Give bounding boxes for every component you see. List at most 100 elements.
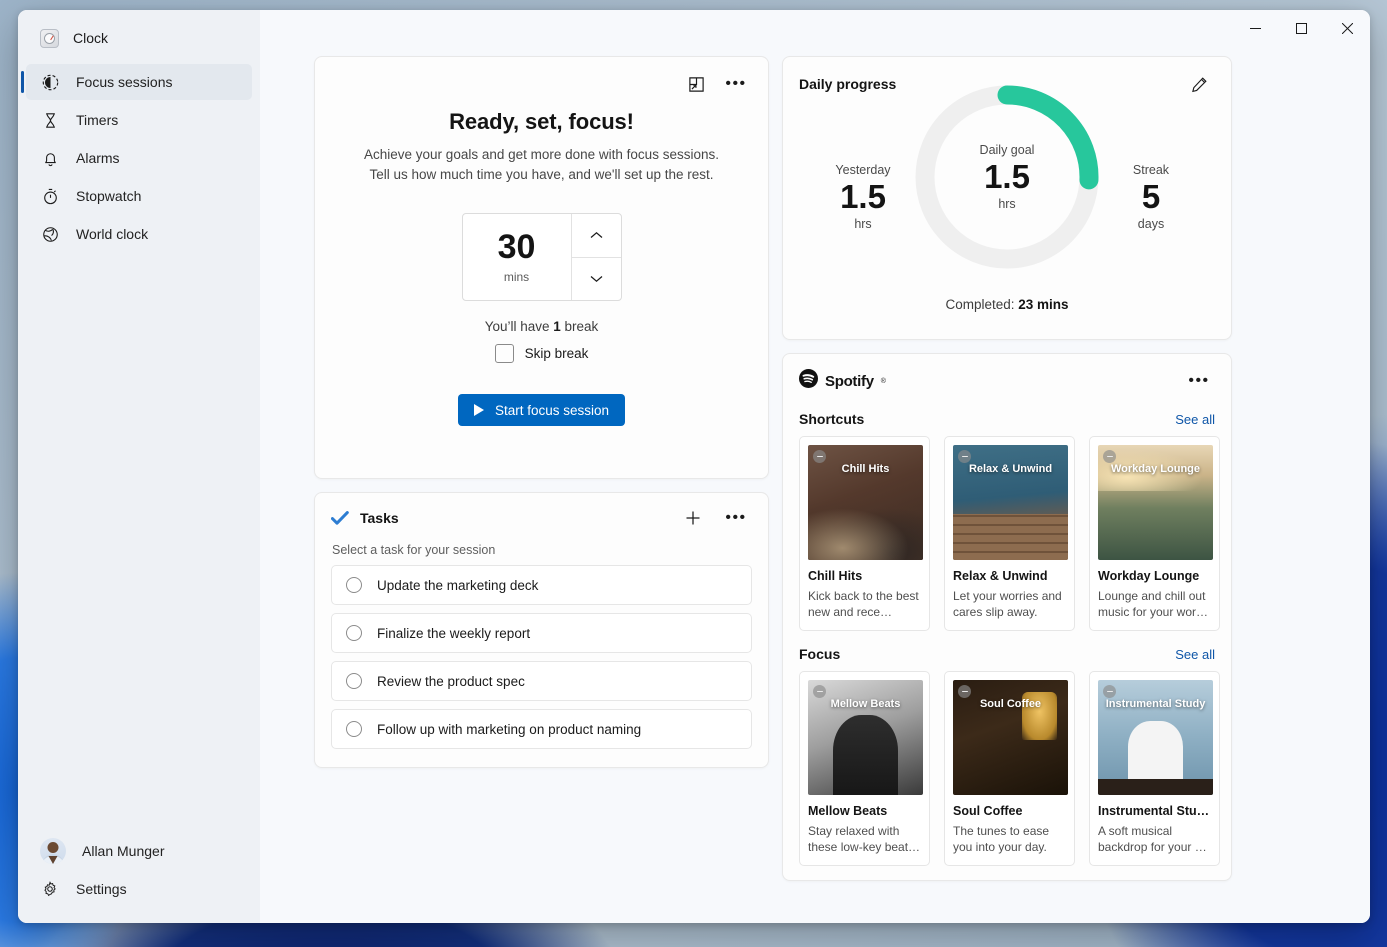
see-all-shortcuts-link[interactable]: See all xyxy=(1175,412,1215,427)
content-area: ••• Ready, set, focus! Achieve your goal… xyxy=(260,10,1370,923)
daily-progress-ring: Daily goal 1.5 hrs xyxy=(909,79,1105,275)
playlist-card[interactable]: Workday Lounge Workday Lounge Lounge and… xyxy=(1089,436,1220,631)
focus-card-actions: ••• xyxy=(331,69,752,99)
stopwatch-icon xyxy=(40,186,60,206)
more-options-icon[interactable]: ••• xyxy=(720,503,752,533)
stat-value: 5 xyxy=(1103,178,1199,216)
timers-icon xyxy=(40,110,60,130)
close-button[interactable] xyxy=(1324,10,1370,47)
focus-session-card: ••• Ready, set, focus! Achieve your goal… xyxy=(314,56,769,479)
sidebar-item-account[interactable]: Allan Munger xyxy=(26,833,252,869)
cover-title: Instrumental Study xyxy=(1100,698,1212,711)
task-checkbox[interactable] xyxy=(346,673,362,689)
maximize-button[interactable] xyxy=(1278,10,1324,47)
sidebar-item-timers[interactable]: Timers xyxy=(26,102,252,138)
sidebar-item-world-clock[interactable]: World clock xyxy=(26,216,252,252)
pin-badge-icon[interactable] xyxy=(1103,685,1116,698)
duration-unit: mins xyxy=(504,270,529,284)
edit-pencil-icon[interactable] xyxy=(1183,69,1215,99)
playlist-description: Kick back to the best new and rece… xyxy=(808,588,921,620)
more-dots: ••• xyxy=(725,76,746,92)
pin-badge-icon[interactable] xyxy=(813,685,826,698)
list-item[interactable]: Update the marketing deck xyxy=(331,565,752,605)
spotify-logo: Spotify® xyxy=(799,369,1183,393)
mini-view-icon[interactable] xyxy=(680,69,712,99)
account-name: Allan Munger xyxy=(82,843,165,859)
app-title-bar: Clock xyxy=(18,18,260,58)
break-note-prefix: You’ll have xyxy=(485,319,554,334)
completed-status: Completed: 23 mins xyxy=(799,297,1215,312)
cover-title: Workday Lounge xyxy=(1105,463,1206,476)
playlist-description: The tunes to ease you into your day. xyxy=(953,823,1066,855)
world-clock-icon xyxy=(40,224,60,244)
sidebar-item-stopwatch[interactable]: Stopwatch xyxy=(26,178,252,214)
stat-value: 1.5 xyxy=(909,158,1105,196)
playlist-card[interactable]: Soul Coffee Soul Coffee The tunes to eas… xyxy=(944,671,1075,866)
stat-value: 1.5 xyxy=(815,178,911,216)
stat-label: Yesterday xyxy=(815,163,911,177)
playlist-title: Soul Coffee xyxy=(953,804,1066,818)
skip-break-checkbox[interactable] xyxy=(495,344,514,363)
focus-grid: Mellow Beats Mellow Beats Stay relaxed w… xyxy=(799,671,1215,866)
duration-value: 30 xyxy=(498,230,536,264)
more-options-icon[interactable]: ••• xyxy=(1183,366,1215,396)
stat-yesterday: Yesterday 1.5 hrs xyxy=(815,163,911,231)
sidebar-item-focus-sessions[interactable]: Focus sessions xyxy=(26,64,252,100)
stat-streak: Streak 5 days xyxy=(1103,163,1199,231)
cover-title: Mellow Beats xyxy=(825,698,907,711)
task-label: Finalize the weekly report xyxy=(377,626,530,641)
start-focus-session-button[interactable]: Start focus session xyxy=(458,394,625,426)
spotify-header: Spotify® ••• xyxy=(799,366,1215,396)
sidebar-nav: Focus sessions Timers xyxy=(18,62,260,254)
task-checkbox[interactable] xyxy=(346,577,362,593)
list-item[interactable]: Finalize the weekly report xyxy=(331,613,752,653)
pin-badge-icon[interactable] xyxy=(813,450,826,463)
playlist-card[interactable]: Instrumental Study Instrumental Study A … xyxy=(1089,671,1220,866)
tasks-list: Update the marketing deck Finalize the w… xyxy=(331,565,752,749)
duration-input[interactable]: 30 mins xyxy=(463,214,571,300)
break-count: 1 xyxy=(553,319,561,334)
sidebar-item-label: Alarms xyxy=(76,150,120,166)
sidebar-item-alarms[interactable]: Alarms xyxy=(26,140,252,176)
stat-unit: hrs xyxy=(909,197,1105,211)
spotify-card: Spotify® ••• Shortcuts See all xyxy=(782,353,1232,881)
pin-badge-icon[interactable] xyxy=(958,685,971,698)
daily-progress-body: Yesterday 1.5 hrs Daily goal 1.5 xyxy=(799,99,1215,295)
stat-label: Daily goal xyxy=(909,143,1105,157)
pin-badge-icon[interactable] xyxy=(1103,450,1116,463)
right-column: Daily progress Yesterday 1.5 hr xyxy=(782,56,1232,923)
trademark-mark: ® xyxy=(881,378,886,385)
minimize-button[interactable] xyxy=(1232,10,1278,47)
playlist-card[interactable]: Chill Hits Chill Hits Kick back to the b… xyxy=(799,436,930,631)
playlist-description: Stay relaxed with these low-key beat… xyxy=(808,823,921,855)
stat-unit: hrs xyxy=(815,217,911,231)
add-task-icon[interactable] xyxy=(677,503,709,533)
duration-stepper[interactable]: 30 mins xyxy=(462,213,622,301)
ring-center-labels: Daily goal 1.5 hrs xyxy=(909,143,1105,211)
list-item[interactable]: Follow up with marketing on product nami… xyxy=(331,709,752,749)
cover-title: Relax & Unwind xyxy=(963,463,1058,476)
playlist-cover: Soul Coffee xyxy=(953,680,1068,795)
task-checkbox[interactable] xyxy=(346,721,362,737)
playlist-cover: Instrumental Study xyxy=(1098,680,1213,795)
playlist-card[interactable]: Relax & Unwind Relax & Unwind Let your w… xyxy=(944,436,1075,631)
task-label: Review the product spec xyxy=(377,674,525,689)
shortcuts-grid: Chill Hits Chill Hits Kick back to the b… xyxy=(799,436,1215,631)
pin-badge-icon[interactable] xyxy=(958,450,971,463)
chevron-down-icon[interactable] xyxy=(572,257,621,301)
playlist-card[interactable]: Mellow Beats Mellow Beats Stay relaxed w… xyxy=(799,671,930,866)
clock-app-window: Clock Focus sessions xyxy=(18,10,1370,923)
chevron-up-icon[interactable] xyxy=(572,214,621,257)
skip-break-row[interactable]: Skip break xyxy=(331,344,752,363)
task-checkbox[interactable] xyxy=(346,625,362,641)
see-all-focus-link[interactable]: See all xyxy=(1175,647,1215,662)
list-item[interactable]: Review the product spec xyxy=(331,661,752,701)
sidebar-item-settings[interactable]: Settings xyxy=(26,871,252,907)
sidebar-footer: Allan Munger Settings xyxy=(18,831,260,923)
page-title: Ready, set, focus! xyxy=(331,109,752,135)
gear-icon xyxy=(40,879,60,899)
playlist-title: Mellow Beats xyxy=(808,804,921,818)
focus-subtitle-line2: Tell us how much time you have, and we'l… xyxy=(370,167,714,182)
completed-label: Completed: xyxy=(945,297,1018,312)
more-options-icon[interactable]: ••• xyxy=(720,69,752,99)
